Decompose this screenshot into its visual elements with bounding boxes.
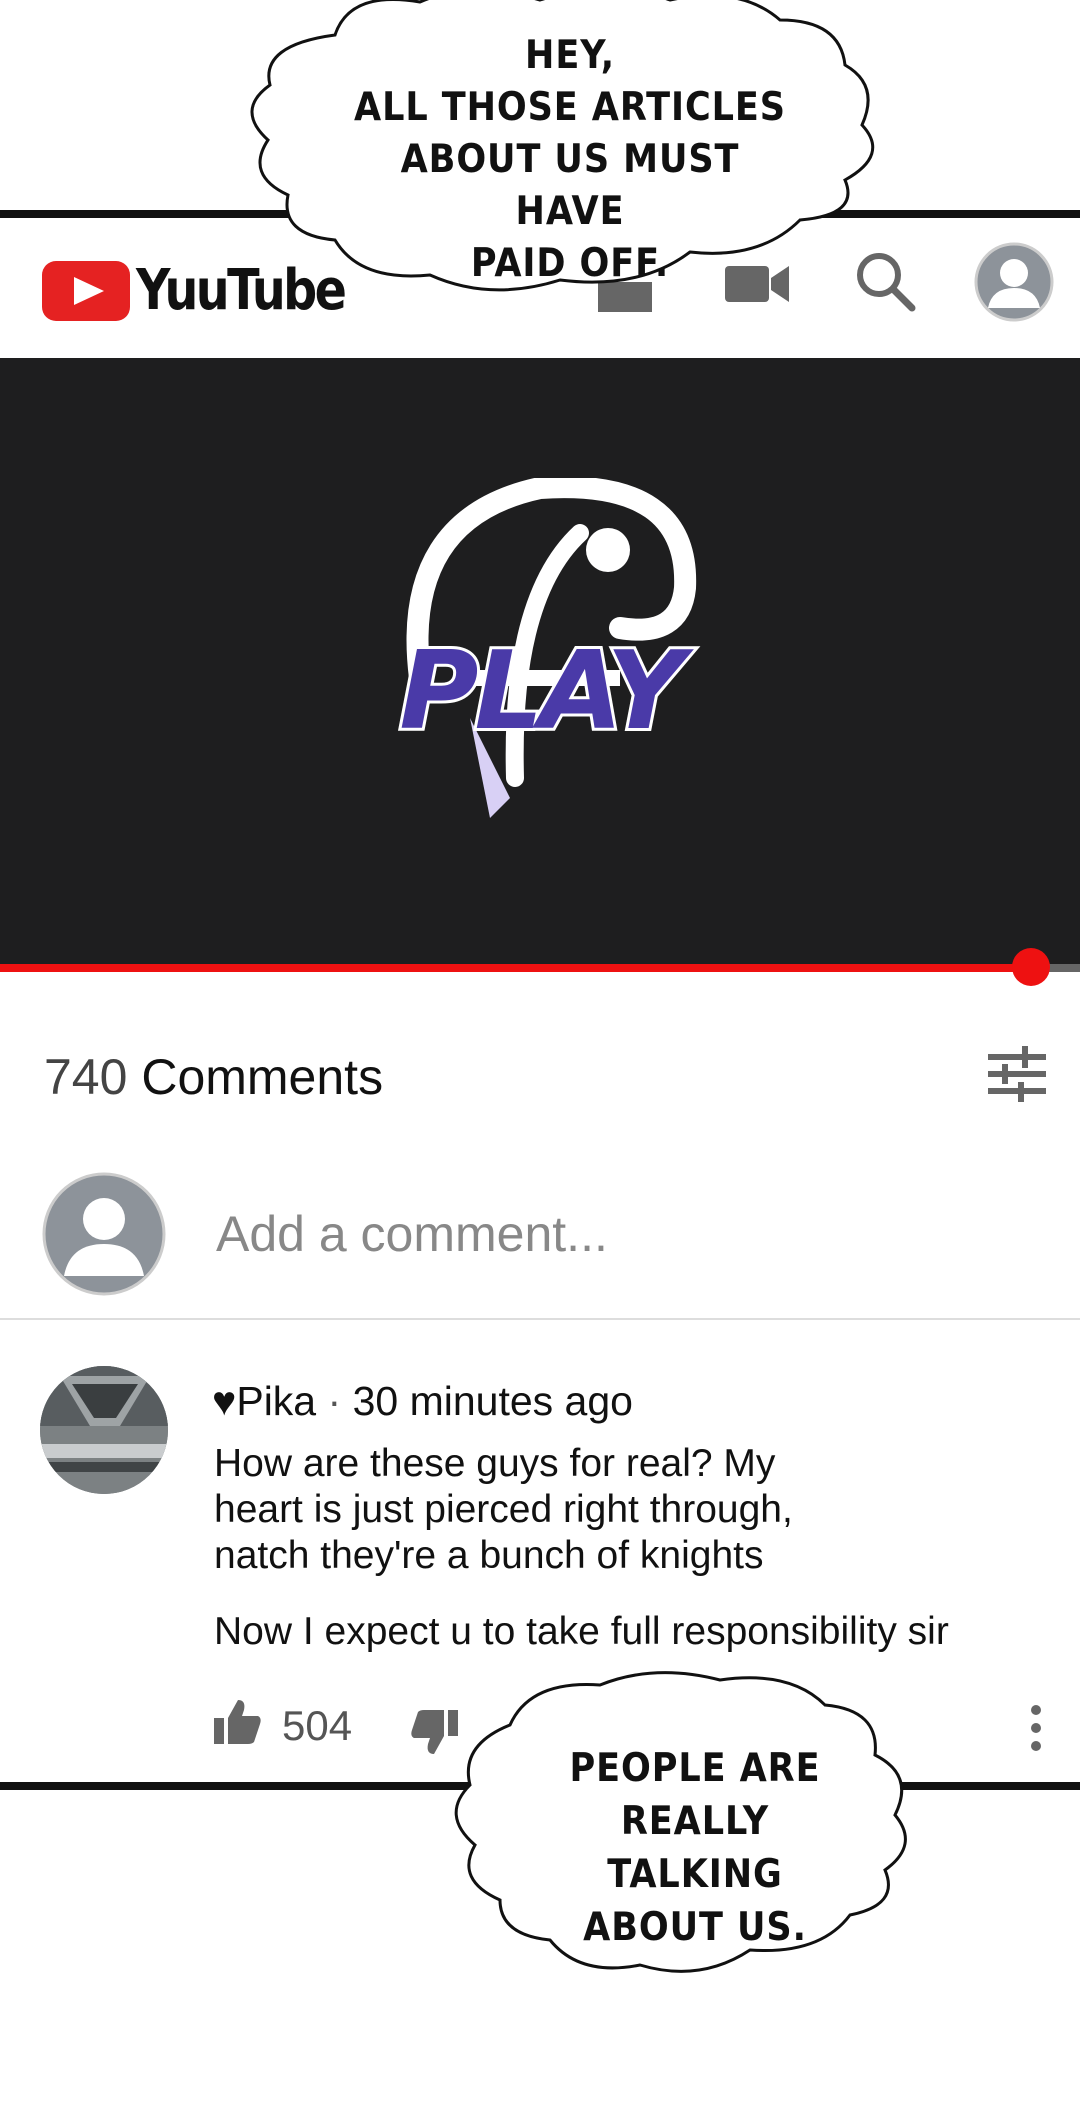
play-logo-text: PLAY bbox=[399, 629, 694, 754]
like-count: 504 bbox=[282, 1702, 353, 1749]
play-logo: PLAY bbox=[396, 478, 701, 818]
comment-text-line: natch they're a bunch of knights bbox=[214, 1534, 764, 1577]
account-avatar-icon[interactable] bbox=[974, 242, 1054, 322]
comments-label: Comments bbox=[141, 1049, 384, 1105]
comment-text-extra: Now I expect u to take full responsibili… bbox=[214, 1610, 949, 1653]
bubble-line: HEY, bbox=[525, 33, 615, 78]
video-progress-bar[interactable] bbox=[0, 948, 1080, 986]
comments-heading: 740 Comments bbox=[44, 1048, 383, 1106]
more-options-icon[interactable] bbox=[1028, 1704, 1044, 1752]
sort-filter-icon[interactable] bbox=[988, 1046, 1046, 1102]
speech-bubble-top-text: HEY, ALL THOSE ARTICLES ABOUT US MUST HA… bbox=[354, 30, 786, 290]
video-scrubber-handle[interactable] bbox=[1012, 948, 1051, 986]
bubble-line: ALL THOSE ARTICLES bbox=[354, 85, 786, 130]
building-photo-icon bbox=[40, 1366, 168, 1494]
user-avatar-icon bbox=[42, 1172, 166, 1296]
youtube-logo-icon bbox=[42, 260, 130, 321]
comment-meta: ♥Pika · 30 minutes ago bbox=[212, 1378, 633, 1425]
bubble-line: ABOUT US. bbox=[583, 1905, 807, 1950]
comment-time: 30 minutes ago bbox=[352, 1378, 633, 1424]
video-progress-fill bbox=[0, 964, 1032, 972]
comments-count: 740 bbox=[44, 1049, 128, 1105]
comment-author[interactable]: ♥Pika bbox=[212, 1378, 316, 1424]
bubble-line: REALLY TALKING bbox=[607, 1799, 783, 1897]
thumbs-up-icon[interactable] bbox=[214, 1700, 262, 1744]
speech-bubble-bottom-text: PEOPLE ARE REALLY TALKING ABOUT US. bbox=[538, 1742, 853, 1954]
comment-text-line: How are these guys for real? My bbox=[214, 1442, 776, 1485]
comment-text-line: heart is just pierced right through, bbox=[214, 1488, 793, 1531]
commenter-avatar[interactable] bbox=[40, 1366, 168, 1494]
meta-separator: · bbox=[327, 1378, 342, 1424]
video-player[interactable]: PLAY bbox=[0, 358, 1080, 966]
divider bbox=[0, 1318, 1080, 1320]
bubble-line: PEOPLE ARE bbox=[569, 1746, 821, 1791]
bubble-line: PAID OFF. bbox=[470, 241, 670, 286]
bubble-line: ABOUT US MUST HAVE bbox=[400, 137, 740, 234]
add-comment-input[interactable]: Add a comment... bbox=[216, 1205, 608, 1263]
